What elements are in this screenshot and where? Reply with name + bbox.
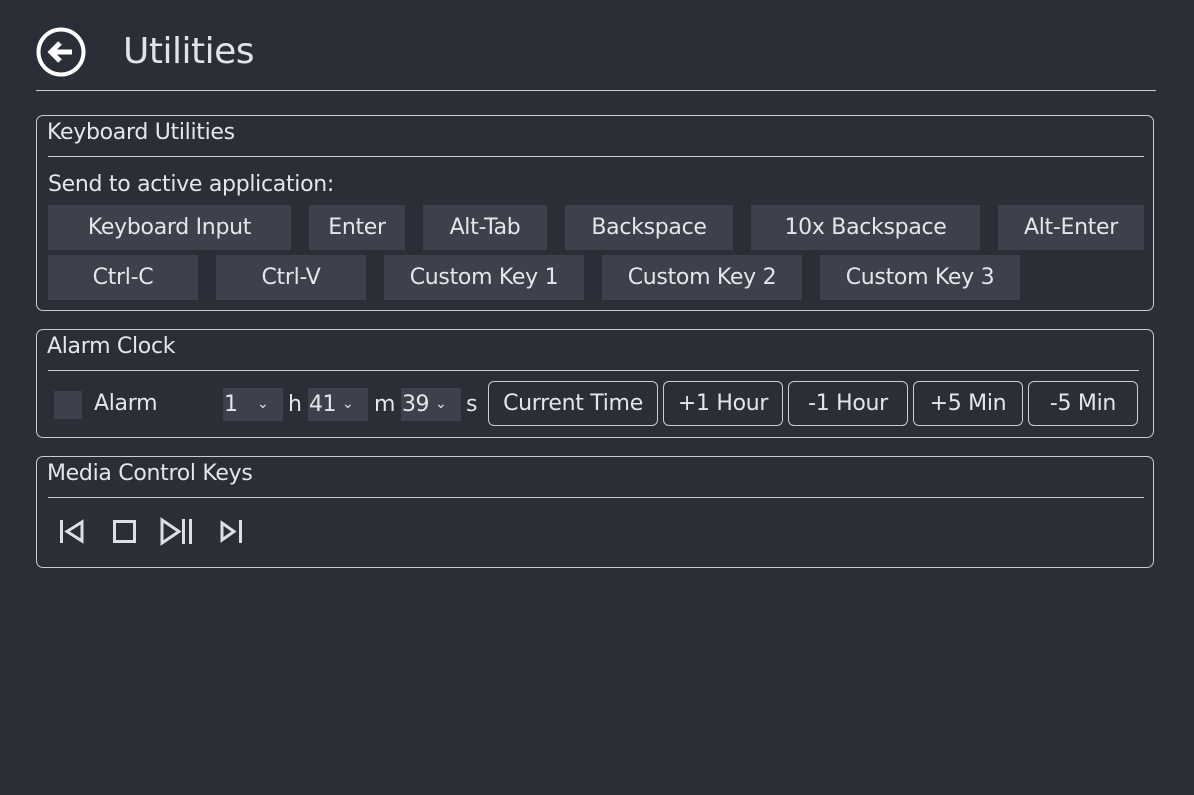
minus-1-hour-button[interactable]: -1 Hour [788,381,908,426]
alarm-checkbox[interactable] [54,391,82,419]
custom-key-3-button[interactable]: Custom Key 3 [820,255,1020,300]
seconds-unit: s [466,392,478,417]
alarm-checkbox-label: Alarm [94,391,158,416]
panel-divider [48,497,1144,498]
hours-value: 1 [224,392,238,417]
stop-button[interactable] [109,513,139,549]
keyboard-utilities-panel: Keyboard Utilities Send to active applic… [36,115,1154,311]
chevron-down-icon: ⌄ [435,396,447,412]
panel-divider [48,156,1144,157]
media-control-panel: Media Control Keys [36,456,1154,568]
minutes-select[interactable]: 41 ⌄ [308,388,368,421]
plus-5-min-button[interactable]: +5 Min [913,381,1023,426]
panel-title: Keyboard Utilities [47,120,235,145]
alarm-clock-panel: Alarm Clock Alarm 1 ⌄ h 41 ⌄ m 39 ⌄ s Cu… [36,329,1154,438]
seconds-select[interactable]: 39 ⌄ [401,388,461,421]
seconds-value: 39 [402,392,430,417]
play-pause-icon [160,517,192,546]
custom-key-1-button[interactable]: Custom Key 1 [384,255,584,300]
ctrl-c-button[interactable]: Ctrl-C [48,255,198,300]
chevron-down-icon: ⌄ [257,396,269,412]
panel-title: Alarm Clock [47,334,176,359]
alt-enter-button[interactable]: Alt-Enter [998,205,1144,250]
previous-track-button[interactable] [57,513,87,549]
stop-icon [113,520,136,543]
header-divider [36,90,1156,91]
hours-select[interactable]: 1 ⌄ [223,388,283,421]
enter-button[interactable]: Enter [309,205,405,250]
minutes-value: 41 [309,392,337,417]
next-track-icon [220,520,242,543]
header: Utilities [36,26,1156,92]
panel-title: Media Control Keys [47,461,253,486]
ctrl-v-button[interactable]: Ctrl-V [216,255,366,300]
minus-5-min-button[interactable]: -5 Min [1028,381,1138,426]
keyboard-input-button[interactable]: Keyboard Input [48,205,291,250]
next-track-button[interactable] [215,513,249,549]
back-arrow-circle-icon [36,27,86,77]
play-pause-button[interactable] [157,513,201,549]
alt-tab-button[interactable]: Alt-Tab [423,205,547,250]
backspace-button[interactable]: Backspace [565,205,733,250]
page-title: Utilities [123,31,255,72]
chevron-down-icon: ⌄ [342,396,354,412]
back-button[interactable] [36,27,86,77]
current-time-button[interactable]: Current Time [488,381,658,426]
plus-1-hour-button[interactable]: +1 Hour [663,381,783,426]
custom-key-2-button[interactable]: Custom Key 2 [602,255,802,300]
10x-backspace-button[interactable]: 10x Backspace [751,205,980,250]
previous-track-icon [60,519,84,544]
panel-divider [48,370,1139,371]
hours-unit: h [288,392,302,417]
minutes-unit: m [374,392,396,417]
send-label: Send to active application: [48,172,335,197]
